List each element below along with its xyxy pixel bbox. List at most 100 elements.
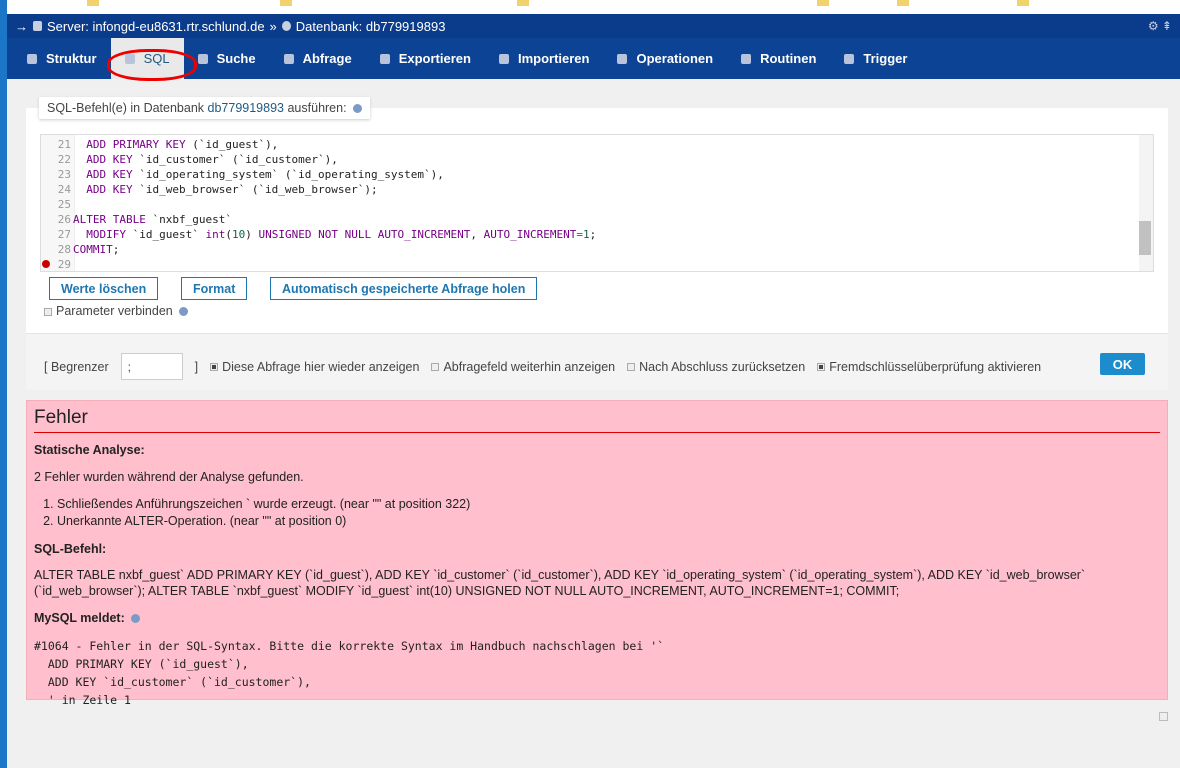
code-line[interactable]: 28 COMMIT; — [41, 242, 120, 257]
bind-parameters-label: Parameter verbinden — [56, 304, 173, 318]
operationen-icon — [617, 53, 628, 64]
clear-button[interactable]: Werte löschen — [49, 277, 159, 300]
tab-abfrage[interactable]: Abfrage — [270, 38, 366, 79]
code-token: , — [470, 228, 484, 241]
fk-checks-option[interactable]: Fremdschlüsselüberprüfung aktivieren — [817, 360, 1041, 374]
bookmark-folder-icon[interactable] — [280, 0, 292, 6]
static-analysis-heading: Statische Analyse: — [34, 443, 145, 457]
code-line[interactable]: 21 ADD PRIMARY KEY (`id_guest`), — [41, 137, 279, 152]
static-analysis-summary: 2 Fehler wurden während der Analyse gefu… — [34, 470, 304, 484]
window-edge — [0, 0, 7, 768]
delimiter-label: [ Begrenzer — [44, 359, 109, 374]
help-icon[interactable] — [131, 614, 141, 624]
editor-scrollbar[interactable] — [1139, 135, 1153, 271]
code-token: ; — [589, 228, 597, 241]
retain-box-checkbox[interactable] — [431, 363, 440, 372]
code-line[interactable]: 27 MODIFY `id_guest` int(10) UNSIGNED NO… — [41, 227, 597, 242]
rollback-checkbox[interactable] — [627, 363, 636, 372]
tab-sql[interactable]: SQL — [106, 38, 197, 81]
code-token: `id_operating_system` (`id_operating_sys… — [132, 168, 444, 181]
legend-db-link[interactable]: db779919893 — [208, 101, 284, 115]
db-name: db779919893 — [365, 18, 446, 34]
code-token: MODIFY — [86, 228, 126, 241]
server-name: infongd-eu8631.rtr.schlund.de — [92, 18, 265, 34]
importieren-icon — [498, 53, 509, 64]
fk-checks-checkbox[interactable] — [817, 363, 826, 372]
help-icon[interactable] — [353, 104, 363, 114]
query-options: [ Begrenzer ] Diese Abfrage hier wieder … — [26, 333, 1168, 390]
format-button[interactable]: Format — [181, 277, 248, 300]
static-analysis-item: Schließendes Anführungszeichen ` wurde e… — [57, 496, 1160, 513]
sql-query-heading: SQL-Befehl: — [34, 542, 107, 556]
code-line[interactable]: 22 ADD KEY `id_customer` (`id_customer`)… — [41, 152, 338, 167]
line-number: 22 — [57, 153, 71, 166]
sql-query-text: ALTER TABLE nxbf_guest` ADD PRIMARY KEY … — [34, 568, 1086, 598]
sql-icon — [124, 53, 135, 64]
breadcrumb-database[interactable]: Datenbank: db779919893 — [296, 19, 446, 34]
code-token: `id_web_browser` (`id_web_browser`); — [132, 183, 378, 196]
show-query-checkbox[interactable] — [210, 363, 219, 372]
code-line[interactable]: 24 ADD KEY `id_web_browser` (`id_web_bro… — [41, 182, 378, 197]
help-icon[interactable] — [179, 307, 189, 317]
code-token: ADD PRIMARY KEY — [86, 138, 186, 151]
code-token: ADD KEY — [86, 153, 133, 166]
code-line[interactable]: 25 — [41, 197, 73, 212]
code-line[interactable]: 29 — [41, 257, 73, 271]
database-icon — [281, 21, 291, 31]
code-token: ; — [112, 243, 120, 256]
code-token: `nxbf_guest` — [145, 213, 232, 226]
retain-box-label: Abfragefeld weiterhin anzeigen — [443, 359, 616, 374]
code-token: `id_customer` (`id_customer`), — [132, 153, 338, 166]
tab-label: Struktur — [46, 51, 97, 66]
tab-trigger[interactable]: Trigger — [830, 38, 921, 79]
code-line[interactable]: 23 ADD KEY `id_operating_system` (`id_op… — [41, 167, 444, 182]
error-marker-icon[interactable] — [42, 260, 50, 268]
suche-icon — [197, 53, 208, 64]
line-number: 23 — [57, 168, 71, 181]
static-analysis-item: Unerkannte ALTER-Operation. (near "" at … — [57, 513, 1160, 530]
tab-exportieren[interactable]: Exportieren — [366, 38, 485, 79]
code-line[interactable]: 26 ALTER TABLE `nxbf_guest` — [41, 212, 232, 227]
main-tabs: Struktur SQL Suche Abfrage Exportieren Import… — [7, 38, 1180, 81]
abfrage-icon — [283, 53, 294, 64]
sql-editor[interactable]: 21 ADD PRIMARY KEY (`id_guest`), 22 ADD K… — [40, 134, 1154, 272]
delimiter-bracket: ] — [194, 359, 199, 374]
scrollbar-thumb[interactable] — [1139, 221, 1151, 255]
tab-routinen[interactable]: Routinen — [727, 38, 830, 79]
arrow-icon: → — [15, 18, 28, 34]
bookmark-folder-icon[interactable] — [817, 0, 829, 6]
tab-importieren[interactable]: Importieren — [485, 38, 604, 79]
rollback-option[interactable]: Nach Abschluss zurücksetzen — [627, 360, 805, 374]
delimiter-input[interactable] — [120, 353, 183, 380]
error-box: Fehler Statische Analyse: 2 Fehler wurde… — [26, 400, 1168, 707]
code-token: ALTER TABLE — [73, 213, 146, 226]
tab-operationen[interactable]: Operationen — [603, 38, 727, 79]
code-token: `id_guest` — [126, 228, 206, 241]
tab-struktur[interactable]: Struktur — [13, 38, 111, 79]
bookmark-folder-icon[interactable] — [517, 0, 529, 6]
line-number: 21 — [57, 138, 71, 151]
breadcrumb-server[interactable]: Server: infongd-eu8631.rtr.schlund.de — [47, 19, 265, 34]
bookmark-folder-icon[interactable] — [897, 0, 909, 6]
bind-parameters[interactable]: Parameter verbinden — [44, 304, 189, 318]
db-label: Datenbank: — [295, 18, 363, 34]
tab-label: Importieren — [517, 51, 590, 66]
bind-parameters-checkbox[interactable] — [44, 307, 52, 316]
struktur-icon — [27, 53, 37, 64]
retain-box-option[interactable]: Abfragefeld weiterhin anzeigen — [431, 360, 615, 374]
console-toggle-icon[interactable] — [1159, 712, 1168, 721]
tab-label: Routinen — [760, 51, 817, 66]
bookmark-folder-icon[interactable] — [87, 0, 99, 6]
bookmark-folder-icon[interactable] — [1017, 0, 1029, 6]
show-query-option[interactable]: Diese Abfrage hier wieder anzeigen — [210, 360, 419, 374]
ok-button[interactable]: OK — [1100, 353, 1145, 375]
fk-checks-label: Fremdschlüsselüberprüfung aktivieren — [829, 359, 1042, 374]
tab-suche[interactable]: Suche — [184, 38, 270, 79]
settings-icon[interactable]: ⚙ ⇞ — [1148, 19, 1172, 33]
error-title: Fehler — [34, 401, 1160, 433]
get-autosaved-query-button[interactable]: Automatisch gespeicherte Abfrage holen — [270, 277, 538, 300]
